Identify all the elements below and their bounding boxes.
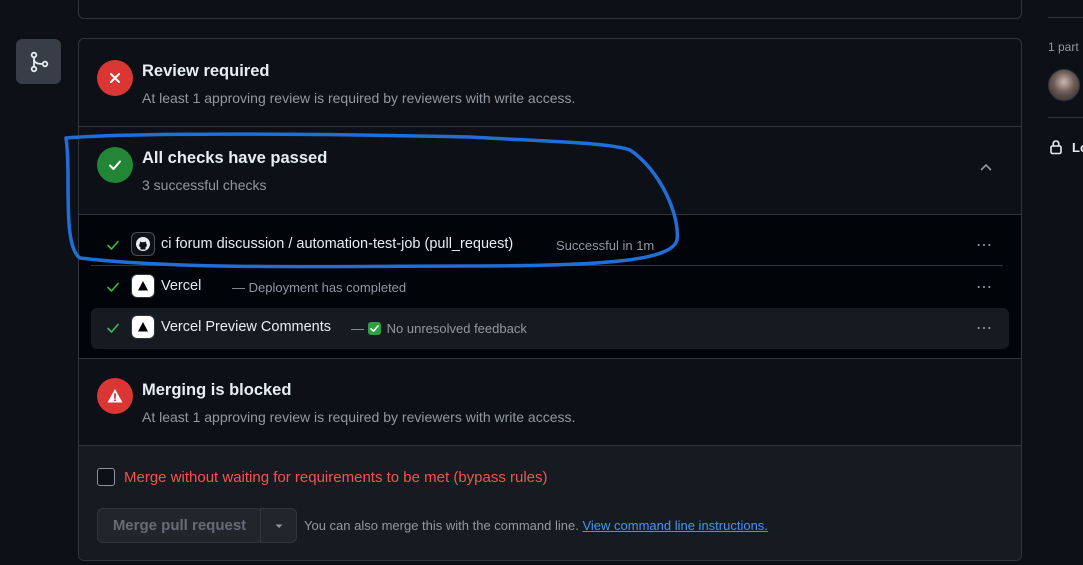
merge-method-dropdown[interactable]	[260, 508, 297, 543]
previous-timeline-card	[78, 0, 1022, 19]
checkbox-checked-icon	[367, 322, 381, 335]
lock-icon	[1050, 140, 1062, 155]
checks-list: ci forum discussion / automation-test-jo…	[79, 215, 1021, 359]
merge-controls: Merge without waiting for requirements t…	[79, 446, 1021, 560]
check-icon	[107, 282, 119, 292]
x-icon	[110, 73, 120, 83]
check-description: Successful in 1m	[556, 238, 655, 253]
lock-conversation-item[interactable]: Lo	[1049, 139, 1083, 155]
check-icon	[109, 160, 121, 170]
blocked-status-circle	[97, 378, 133, 414]
check-row[interactable]: Vercel — Deployment has completed ⋯	[91, 267, 1009, 307]
git-merge-icon	[30, 51, 48, 72]
review-required-section: Review required At least 1 approving rev…	[79, 39, 1021, 127]
bypass-label[interactable]: Merge without waiting for requirements t…	[124, 469, 548, 486]
check-separator: —	[351, 321, 364, 336]
check-row[interactable]: ci forum discussion / automation-test-jo…	[91, 225, 1009, 265]
merge-button-label: Merge pull request	[112, 517, 247, 534]
checks-subtitle: 3 successful checks	[142, 177, 267, 193]
vercel-icon	[132, 316, 154, 338]
triangle-down-icon	[275, 524, 282, 528]
check-name[interactable]: ci forum discussion / automation-test-jo…	[161, 236, 513, 252]
merge-pull-request-button[interactable]: Merge pull request	[97, 508, 262, 543]
bypass-checkbox[interactable]	[97, 468, 115, 486]
sidebar-divider	[1048, 17, 1083, 18]
participants-label: 1 part	[1048, 40, 1079, 54]
merging-title: Merging is blocked	[142, 381, 292, 399]
checks-title: All checks have passed	[142, 149, 328, 167]
avatar[interactable]	[1048, 69, 1080, 101]
kebab-icon[interactable]: ⋯	[976, 277, 993, 297]
check-description: — Deployment has completed	[232, 280, 407, 295]
checks-section-header[interactable]: All checks have passed 3 successful chec…	[79, 127, 1021, 215]
command-line-instructions-link[interactable]: View command line instructions.	[582, 518, 767, 533]
kebab-icon[interactable]: ⋯	[976, 235, 993, 255]
merging-blocked-section: Merging is blocked At least 1 approving …	[79, 359, 1021, 446]
kebab-icon[interactable]: ⋯	[976, 318, 993, 338]
alert-icon	[107, 389, 123, 403]
review-subtitle: At least 1 approving review is required …	[142, 90, 576, 106]
merge-hint: You can also merge this with the command…	[304, 518, 768, 533]
check-icon	[107, 240, 119, 250]
vercel-icon	[132, 275, 154, 297]
check-name[interactable]: Vercel Preview Comments	[161, 319, 331, 335]
check-icon	[107, 323, 119, 333]
github-icon	[132, 233, 154, 255]
lock-label: Lo	[1072, 139, 1083, 155]
merging-subtitle: At least 1 approving review is required …	[142, 409, 576, 425]
check-description: — No unresolved feedback	[351, 321, 527, 336]
check-row[interactable]: Vercel Preview Comments — No unresolved …	[91, 308, 1009, 349]
review-title: Review required	[142, 62, 270, 80]
feedback-text: No unresolved feedback	[386, 321, 527, 336]
checks-status-circle	[97, 147, 133, 183]
git-merge-badge	[16, 39, 61, 84]
merge-box: Review required At least 1 approving rev…	[78, 38, 1022, 561]
check-name[interactable]: Vercel	[161, 278, 201, 294]
sidebar-divider	[1048, 117, 1083, 118]
merge-hint-text: You can also merge this with the command…	[304, 518, 579, 533]
review-status-circle	[97, 60, 133, 96]
chevron-up-icon[interactable]	[979, 160, 993, 174]
row-divider	[91, 265, 1003, 266]
